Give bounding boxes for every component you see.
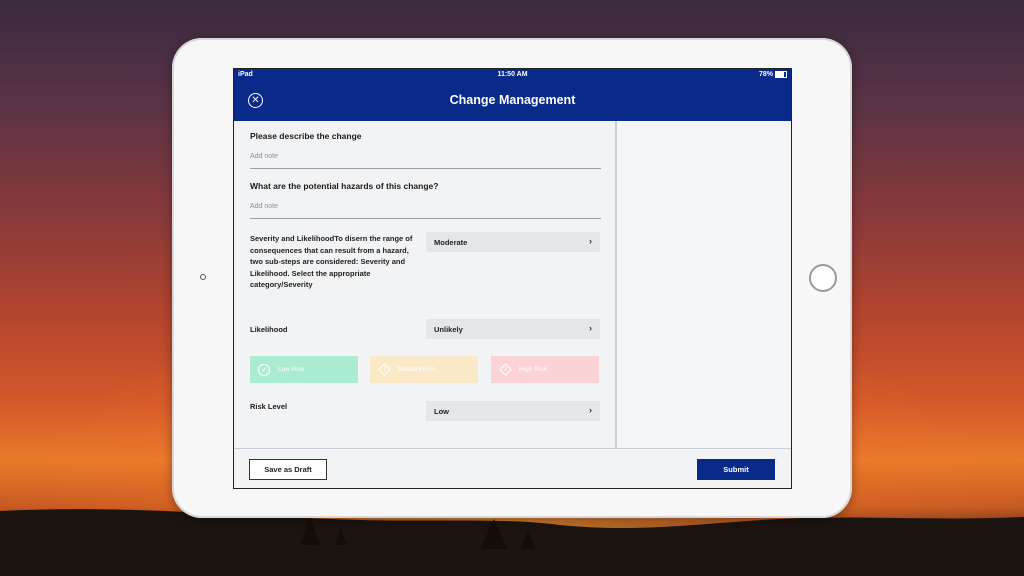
high-risk-option[interactable]: ! High Risk	[491, 356, 599, 383]
low-risk-label: Low Risk	[278, 366, 305, 373]
medium-risk-label: Medium Risk	[398, 366, 436, 373]
check-circle-icon: ✓	[258, 363, 270, 376]
warning-diamond-icon: !	[498, 363, 512, 376]
save-draft-button[interactable]: Save as Draft	[249, 459, 327, 480]
hazards-input[interactable]: Add note	[250, 203, 278, 210]
submit-button[interactable]: Submit	[697, 459, 775, 480]
battery-icon	[775, 71, 787, 78]
medium-risk-option[interactable]: ! Medium Risk	[370, 356, 478, 383]
page-title: Change Management	[449, 93, 576, 107]
app-screen: iPad 11:50 AM 78% ✕ Change Management Pl…	[233, 68, 792, 489]
low-risk-option[interactable]: ✓ Low Risk	[250, 356, 358, 383]
home-button[interactable]	[809, 264, 837, 292]
severity-value: Moderate	[434, 238, 468, 247]
likelihood-select[interactable]: Unlikely ›	[426, 319, 600, 339]
camera-icon	[200, 274, 206, 280]
input-underline	[250, 168, 601, 169]
bottom-toolbar: Save as Draft Submit	[234, 448, 791, 488]
warning-diamond-icon: !	[377, 363, 391, 376]
risk-level-value: Low	[434, 407, 449, 416]
nav-bar: ✕ Change Management	[234, 81, 791, 121]
chevron-right-icon: ›	[589, 405, 592, 415]
battery-indicator: 78%	[759, 71, 787, 78]
risk-level-select[interactable]: Low ›	[426, 401, 600, 421]
chevron-right-icon: ›	[589, 323, 592, 333]
status-bar: iPad 11:50 AM 78%	[234, 69, 791, 81]
describe-change-input[interactable]: Add note	[250, 153, 278, 160]
likelihood-label: Likelihood	[250, 325, 288, 334]
battery-percent: 78%	[758, 71, 773, 78]
detail-pane	[617, 121, 791, 448]
hazards-label: What are the potential hazards of this c…	[250, 181, 439, 191]
high-risk-label: High Risk	[519, 366, 547, 373]
risk-level-label: Risk Level	[250, 402, 288, 411]
input-underline	[250, 218, 601, 219]
severity-select[interactable]: Moderate ›	[426, 232, 600, 252]
severity-description: Severity and LikelihoodTo disern the ran…	[250, 234, 413, 289]
clock: 11:50 AM	[497, 71, 528, 78]
likelihood-value: Unlikely	[434, 325, 463, 334]
chevron-right-icon: ›	[589, 236, 592, 246]
describe-change-label: Please describe the change	[250, 131, 362, 141]
